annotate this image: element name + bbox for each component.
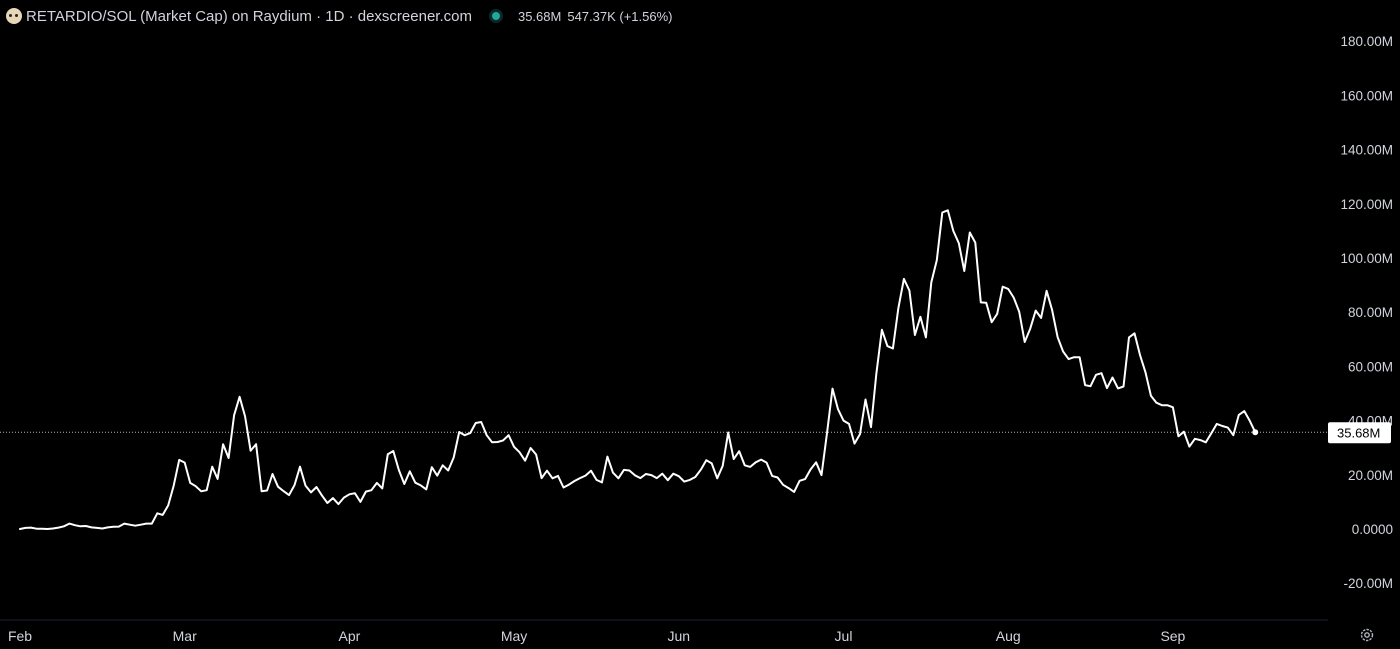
y-tick-label: 120.00M (1340, 197, 1393, 212)
x-tick-label: Aug (996, 628, 1021, 644)
x-tick-label: Jun (668, 628, 691, 644)
x-tick-label: May (501, 628, 527, 644)
y-tick-label: -20.00M (1343, 576, 1393, 591)
y-tick-label: 180.00M (1340, 34, 1393, 49)
y-tick-label: 140.00M (1340, 143, 1393, 158)
y-tick-label: 160.00M (1340, 88, 1393, 103)
last-price-tag: 35.68M (1328, 422, 1391, 444)
status-dot-icon (491, 12, 500, 20)
chart-title: RETARDIO/SOL (Market Cap) on Raydium · 1… (26, 7, 472, 25)
header-change-value: 547.37K (+1.56%) (567, 8, 673, 24)
y-tick-label: 20.00M (1348, 468, 1393, 483)
settings-gear-icon[interactable] (1359, 627, 1375, 643)
header-market-cap-value: 35.68M (517, 8, 562, 24)
market-cap-series-line (19, 209, 1257, 530)
x-tick-label: Sep (1160, 628, 1185, 644)
y-tick-label: 0.0000 (1352, 522, 1393, 537)
y-tick-label: 60.00M (1348, 359, 1393, 374)
y-tick-label: 100.00M (1340, 251, 1393, 266)
token-logo-icon (6, 8, 22, 24)
x-axis: Feb Mar Apr May Jun Jul Aug Sep (8, 628, 1186, 644)
chart-header: RETARDIO/SOL (Market Cap) on Raydium · 1… (0, 0, 679, 32)
y-tick-label: 80.00M (1348, 305, 1393, 320)
x-tick-label: Apr (339, 628, 361, 644)
last-price-dot (1252, 429, 1259, 436)
y-axis: 180.00M 160.00M 140.00M 120.00M 100.00M 80.00… (1340, 34, 1393, 591)
x-tick-label: Feb (8, 628, 32, 644)
x-tick-label: Jul (835, 628, 853, 644)
market-cap-chart[interactable]: 180.00M 160.00M 140.00M 120.00M 100.00M 80.00… (0, 0, 1400, 649)
last-price-tag-label: 35.68M (1337, 425, 1380, 440)
x-tick-label: Mar (173, 628, 197, 644)
